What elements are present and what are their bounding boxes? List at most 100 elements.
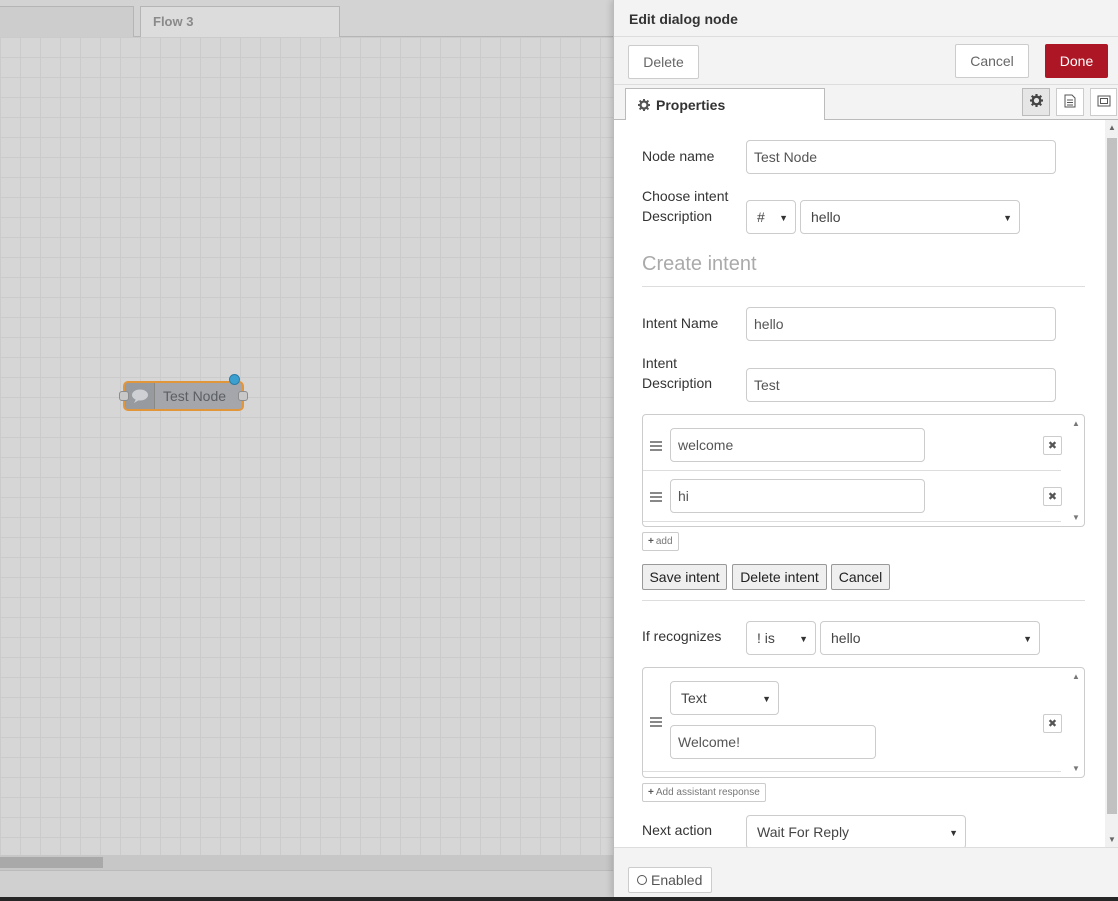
document-icon <box>1064 94 1076 111</box>
scroll-up-icon[interactable]: ▲ <box>1107 123 1117 132</box>
drag-handle-icon[interactable] <box>650 717 662 727</box>
choose-intent-label: Choose intent <box>642 188 729 204</box>
save-intent-button[interactable]: Save intent <box>642 564 727 590</box>
flow-node-test-node[interactable]: Test Node <box>119 374 248 411</box>
remove-icon[interactable]: ✖ <box>1043 487 1062 506</box>
scroll-up-icon[interactable]: ▲ <box>1070 419 1082 428</box>
tab-properties-label: Properties <box>656 96 726 113</box>
intent-description-input[interactable]: Test <box>746 368 1056 402</box>
scroll-down-icon[interactable]: ▼ <box>1070 764 1082 773</box>
next-action-value: Wait For Reply <box>757 824 850 840</box>
delete-button[interactable]: Delete <box>628 45 699 79</box>
scroll-up-icon[interactable]: ▲ <box>1070 672 1082 681</box>
drag-handle-icon[interactable] <box>650 441 662 451</box>
circle-icon <box>637 875 647 885</box>
plus-icon: + <box>648 536 654 547</box>
scroll-down-icon[interactable]: ▼ <box>1070 513 1082 522</box>
divider <box>642 600 1085 601</box>
condition-value: hello <box>831 630 861 646</box>
scrollbar-thumb[interactable] <box>0 857 103 868</box>
list-item: hi ✖ <box>643 471 1062 522</box>
intent-name-input[interactable]: hello <box>746 307 1056 341</box>
chevron-down-icon: ▼ <box>799 634 808 644</box>
list-item: welcome ✖ <box>643 415 1062 471</box>
list-scrollbar[interactable]: ▲ ▼ <box>1070 417 1082 524</box>
remove-icon[interactable]: ✖ <box>1043 436 1062 455</box>
tray-header: Edit dialog node <box>614 0 1118 37</box>
intent-description-label: Intent <box>642 355 678 371</box>
add-assistant-response-button[interactable]: + Add assistant response <box>642 783 766 802</box>
node-name-input[interactable]: Test Node <box>746 140 1056 174</box>
next-action-label: Next action <box>642 822 713 838</box>
intent-select[interactable]: hello ▼ <box>800 200 1020 234</box>
node-label: Test Node <box>163 388 227 404</box>
next-action-select[interactable]: Wait For Reply ▼ <box>746 815 966 847</box>
scrollbar-thumb[interactable] <box>1107 138 1117 814</box>
intent-name-label: Intent Name <box>642 315 719 331</box>
chevron-down-icon: ▼ <box>762 694 771 704</box>
tab-properties[interactable]: Properties <box>625 88 825 121</box>
response-text-input[interactable]: Welcome! <box>670 725 876 759</box>
tab-previous-flow[interactable] <box>0 6 134 37</box>
done-button[interactable]: Done <box>1045 44 1108 78</box>
edit-node-tray: Edit dialog node Delete Cancel Done Prop… <box>613 0 1118 897</box>
choose-intent-description-label: Description <box>642 208 713 224</box>
enabled-toggle[interactable]: Enabled <box>628 867 712 893</box>
speech-bubble-icon <box>125 383 155 409</box>
condition-operator-select[interactable]: ! is ▼ <box>746 621 816 655</box>
appearance-icon <box>1097 94 1111 110</box>
list-item: Text ▼ Welcome! ✖ <box>643 668 1062 772</box>
response-type-value: Text <box>681 690 707 706</box>
intent-examples-list[interactable]: welcome ✖ hi ✖ ▲ ▼ <box>642 414 1085 527</box>
window-bottom-edge <box>0 897 1118 901</box>
node-name-label: Node name <box>642 148 715 164</box>
flow-canvas[interactable]: Test Node <box>0 37 613 855</box>
assistant-responses-list[interactable]: Text ▼ Welcome! ✖ ▲ ▼ <box>642 667 1085 778</box>
create-intent-heading: Create intent <box>642 253 757 275</box>
response-type-select[interactable]: Text ▼ <box>670 681 779 715</box>
properties-scrollbar[interactable]: ▲ ▼ <box>1105 120 1118 847</box>
divider <box>642 286 1085 287</box>
tray-footer: Enabled <box>614 847 1118 897</box>
example-input[interactable]: hi <box>670 479 925 513</box>
chevron-down-icon: ▼ <box>779 213 788 223</box>
drag-handle-icon[interactable] <box>650 492 662 502</box>
delete-intent-button[interactable]: Delete intent <box>732 564 827 590</box>
plus-icon: + <box>648 787 654 798</box>
tab-node-description[interactable] <box>1056 88 1084 116</box>
gear-icon <box>638 98 650 111</box>
tab-node-settings[interactable] <box>1022 88 1050 116</box>
add-response-label: Add assistant response <box>655 787 760 798</box>
input-port[interactable] <box>119 391 129 401</box>
gear-icon <box>1029 94 1043 110</box>
tray-title: Edit dialog node <box>629 11 738 27</box>
workspace-footer <box>0 870 613 897</box>
add-example-button[interactable]: + add <box>642 532 679 551</box>
tab-label: Flow 3 <box>153 14 194 29</box>
tab-node-appearance[interactable] <box>1090 88 1117 116</box>
tab-flow-3[interactable]: Flow 3 <box>140 6 340 38</box>
intent-select-value: hello <box>811 209 841 225</box>
list-scrollbar[interactable]: ▲ ▼ <box>1070 670 1082 775</box>
horizontal-scrollbar[interactable] <box>0 855 613 870</box>
properties-panel: Node name Test Node Choose intent Descri… <box>614 120 1118 847</box>
scroll-down-icon[interactable]: ▼ <box>1107 835 1117 844</box>
example-input[interactable]: welcome <box>670 428 925 462</box>
if-recognizes-label: If recognizes <box>642 628 722 644</box>
intent-prefix-value: # <box>757 209 765 225</box>
chevron-down-icon: ▼ <box>1003 213 1012 223</box>
chevron-down-icon: ▼ <box>1023 634 1032 644</box>
condition-value-select[interactable]: hello ▼ <box>820 621 1040 655</box>
cancel-button[interactable]: Cancel <box>955 44 1029 78</box>
remove-icon[interactable]: ✖ <box>1043 714 1062 733</box>
add-label: add <box>655 536 673 547</box>
workspace-tab-bar: Flow 3 <box>0 0 613 38</box>
intent-prefix-select[interactable]: # ▼ <box>746 200 796 234</box>
tray-tabs: Properties <box>614 85 1118 121</box>
intent-description-label-2: Description <box>642 375 713 391</box>
chevron-down-icon: ▼ <box>949 828 958 838</box>
condition-operator-value: ! is <box>757 630 775 646</box>
cancel-intent-button[interactable]: Cancel <box>831 564 890 590</box>
tray-toolbar: Delete Cancel Done <box>614 37 1118 85</box>
output-port[interactable] <box>238 391 248 401</box>
